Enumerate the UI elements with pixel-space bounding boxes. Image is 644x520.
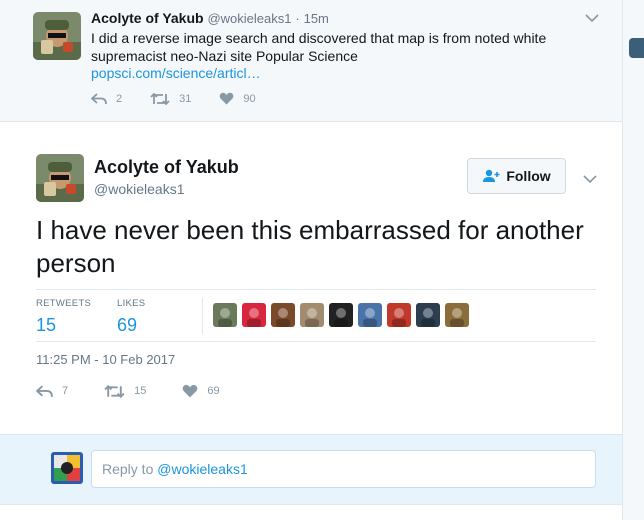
parent-tweet-time[interactable]: 15m [304,11,329,26]
retweet-button[interactable]: 15 [104,384,147,398]
like-count: 69 [207,385,220,397]
liker-avatar[interactable] [242,303,266,327]
reply-prefix: Reply to [102,461,158,477]
heart-icon [219,92,234,105]
tweet-author-name[interactable]: Acolyte of Yakub [94,157,239,178]
retweet-icon [150,92,170,105]
chevron-down-icon[interactable] [585,10,599,26]
avatar[interactable] [36,154,84,202]
liker-avatar[interactable] [300,303,324,327]
like-button[interactable]: 90 [219,92,256,105]
likes-label: LIKES [117,298,146,309]
liker-avatar[interactable] [271,303,295,327]
parent-tweet-handle[interactable]: @wokieleaks1 [207,11,291,26]
parent-tweet-actions: 2 31 90 [91,92,284,105]
tweet-modal: Acolyte of Yakub @wokieleaks1 · 15m I di… [0,0,622,520]
liker-avatars [213,303,474,327]
divider [202,298,203,334]
separator: · [295,11,300,26]
retweet-icon [104,384,125,398]
reply-count: 2 [116,92,123,105]
follow-label: Follow [506,168,551,184]
chevron-down-icon[interactable] [583,171,597,187]
tweet-author-handle[interactable]: @wokieleaks1 [94,181,184,197]
tweet-text: I have never been this embarrassed for a… [36,215,584,278]
add-user-icon [483,169,500,182]
reply-input[interactable]: Reply to @wokieleaks1 [91,450,596,488]
retweet-button[interactable]: 31 [150,92,192,105]
parent-tweet-header: Acolyte of Yakub @wokieleaks1 · 15m [91,10,329,26]
liker-avatar[interactable] [213,303,237,327]
tweet-stats: RETWEETS 15 LIKES 69 [36,289,596,342]
retweets-stat[interactable]: RETWEETS 15 [36,298,91,336]
next-tweet-edge [0,504,622,520]
avatar [51,452,83,484]
background-avatar [629,38,644,58]
reply-mention: @wokieleaks1 [157,461,248,477]
liker-avatar[interactable] [445,303,469,327]
follow-button[interactable]: Follow [467,158,566,194]
parent-tweet-text: I did a reverse image search and discove… [91,30,547,64]
reply-count: 7 [62,385,69,397]
liker-avatar[interactable] [416,303,440,327]
tweet-actions: 7 15 69 [36,384,256,398]
reply-icon [91,92,107,104]
likes-stat-count: 69 [117,315,138,335]
like-button[interactable]: 69 [182,384,220,398]
retweets-label: RETWEETS [36,298,92,309]
parent-tweet-name[interactable]: Acolyte of Yakub [91,10,204,26]
background-page-edge [622,0,644,520]
liker-avatar[interactable] [358,303,382,327]
parent-tweet-link[interactable]: popsci.com/science/articl… [91,65,261,81]
reply-composer: Reply to @wokieleaks1 [0,434,622,504]
like-count: 90 [243,92,256,105]
reply-icon [36,384,53,397]
liker-avatar[interactable] [329,303,353,327]
retweets-stat-count: 15 [36,315,57,335]
liker-avatar[interactable] [387,303,411,327]
tweet-timestamp[interactable]: 11:25 PM - 10 Feb 2017 [36,352,175,367]
likes-stat[interactable]: LIKES 69 [117,298,145,336]
avatar[interactable] [33,12,81,60]
reply-button[interactable]: 7 [36,384,69,398]
retweet-count: 15 [134,385,147,397]
heart-icon [183,384,198,398]
retweet-count: 31 [179,92,192,105]
reply-button[interactable]: 2 [91,93,122,105]
parent-tweet[interactable]: Acolyte of Yakub @wokieleaks1 · 15m I di… [0,0,622,122]
